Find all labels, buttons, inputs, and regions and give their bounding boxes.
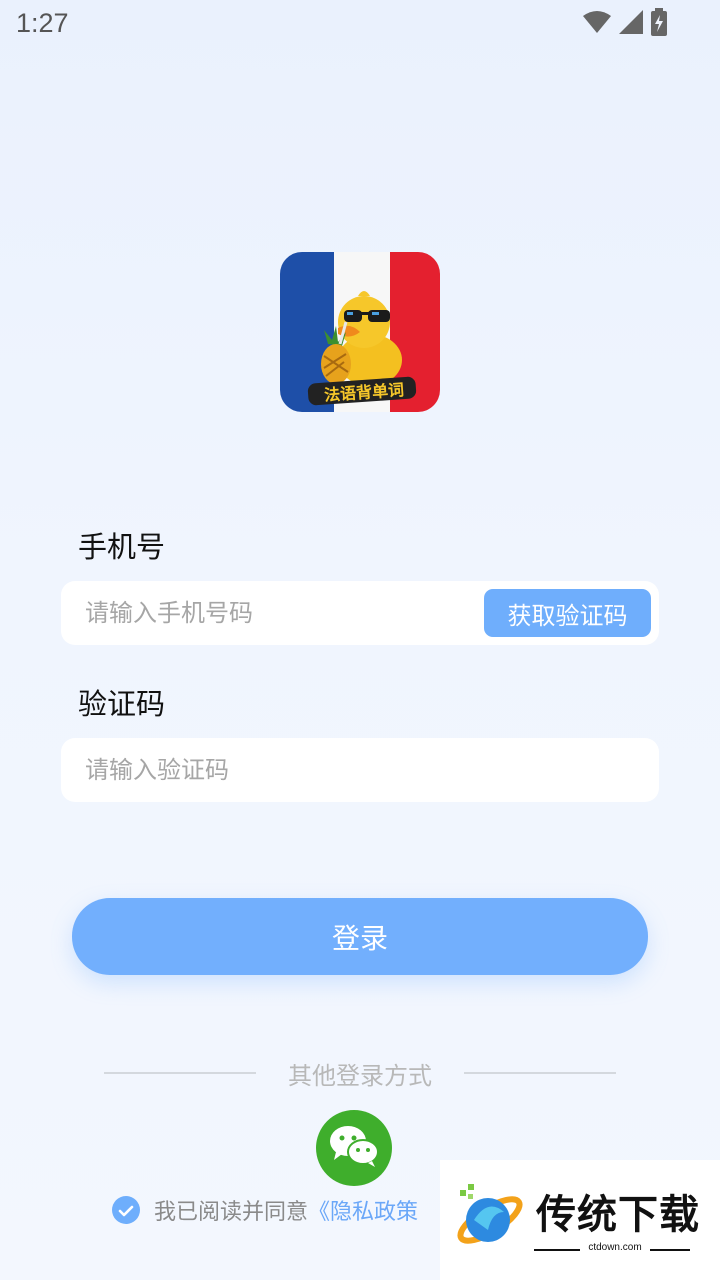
check-icon xyxy=(118,1198,134,1223)
privacy-policy-link[interactable]: 《隐私政策 xyxy=(308,1194,418,1226)
code-field-container xyxy=(61,738,659,802)
divider-right xyxy=(464,1072,616,1074)
code-label: 验证码 xyxy=(78,687,166,721)
wifi-icon xyxy=(582,10,612,38)
other-login-label: 其他登录方式 xyxy=(288,1062,432,1090)
watermark-url: ctdown.com xyxy=(588,1242,642,1253)
login-button[interactable]: 登录 xyxy=(72,898,648,975)
watermark-logo-icon xyxy=(448,1182,532,1260)
status-icons xyxy=(582,8,668,40)
phone-label: 手机号 xyxy=(78,530,166,564)
cell-signal-icon xyxy=(618,9,644,39)
phone-field-container: 获取验证码 xyxy=(61,581,659,645)
status-bar: 1:27 xyxy=(0,0,720,50)
phone-input[interactable] xyxy=(85,581,485,645)
divider-left xyxy=(104,1072,256,1074)
watermark-line-right xyxy=(650,1249,690,1251)
wechat-login-button[interactable] xyxy=(316,1110,392,1186)
agreement-row: 我已阅读并同意 《隐私政策 xyxy=(112,1193,418,1227)
status-time: 1:27 xyxy=(16,8,69,38)
app-logo: 法语背单词 xyxy=(280,252,440,412)
watermark-name: 传统下载 xyxy=(536,1192,700,1238)
wechat-icon xyxy=(328,1124,380,1172)
agreement-checkbox[interactable] xyxy=(112,1196,140,1224)
battery-icon xyxy=(650,8,668,40)
watermark: 传统下载 ctdown.com xyxy=(440,1160,720,1280)
watermark-line-left xyxy=(534,1249,580,1251)
code-input[interactable] xyxy=(85,738,485,802)
get-code-button[interactable]: 获取验证码 xyxy=(484,589,651,637)
agreement-text: 我已阅读并同意 xyxy=(154,1200,309,1225)
